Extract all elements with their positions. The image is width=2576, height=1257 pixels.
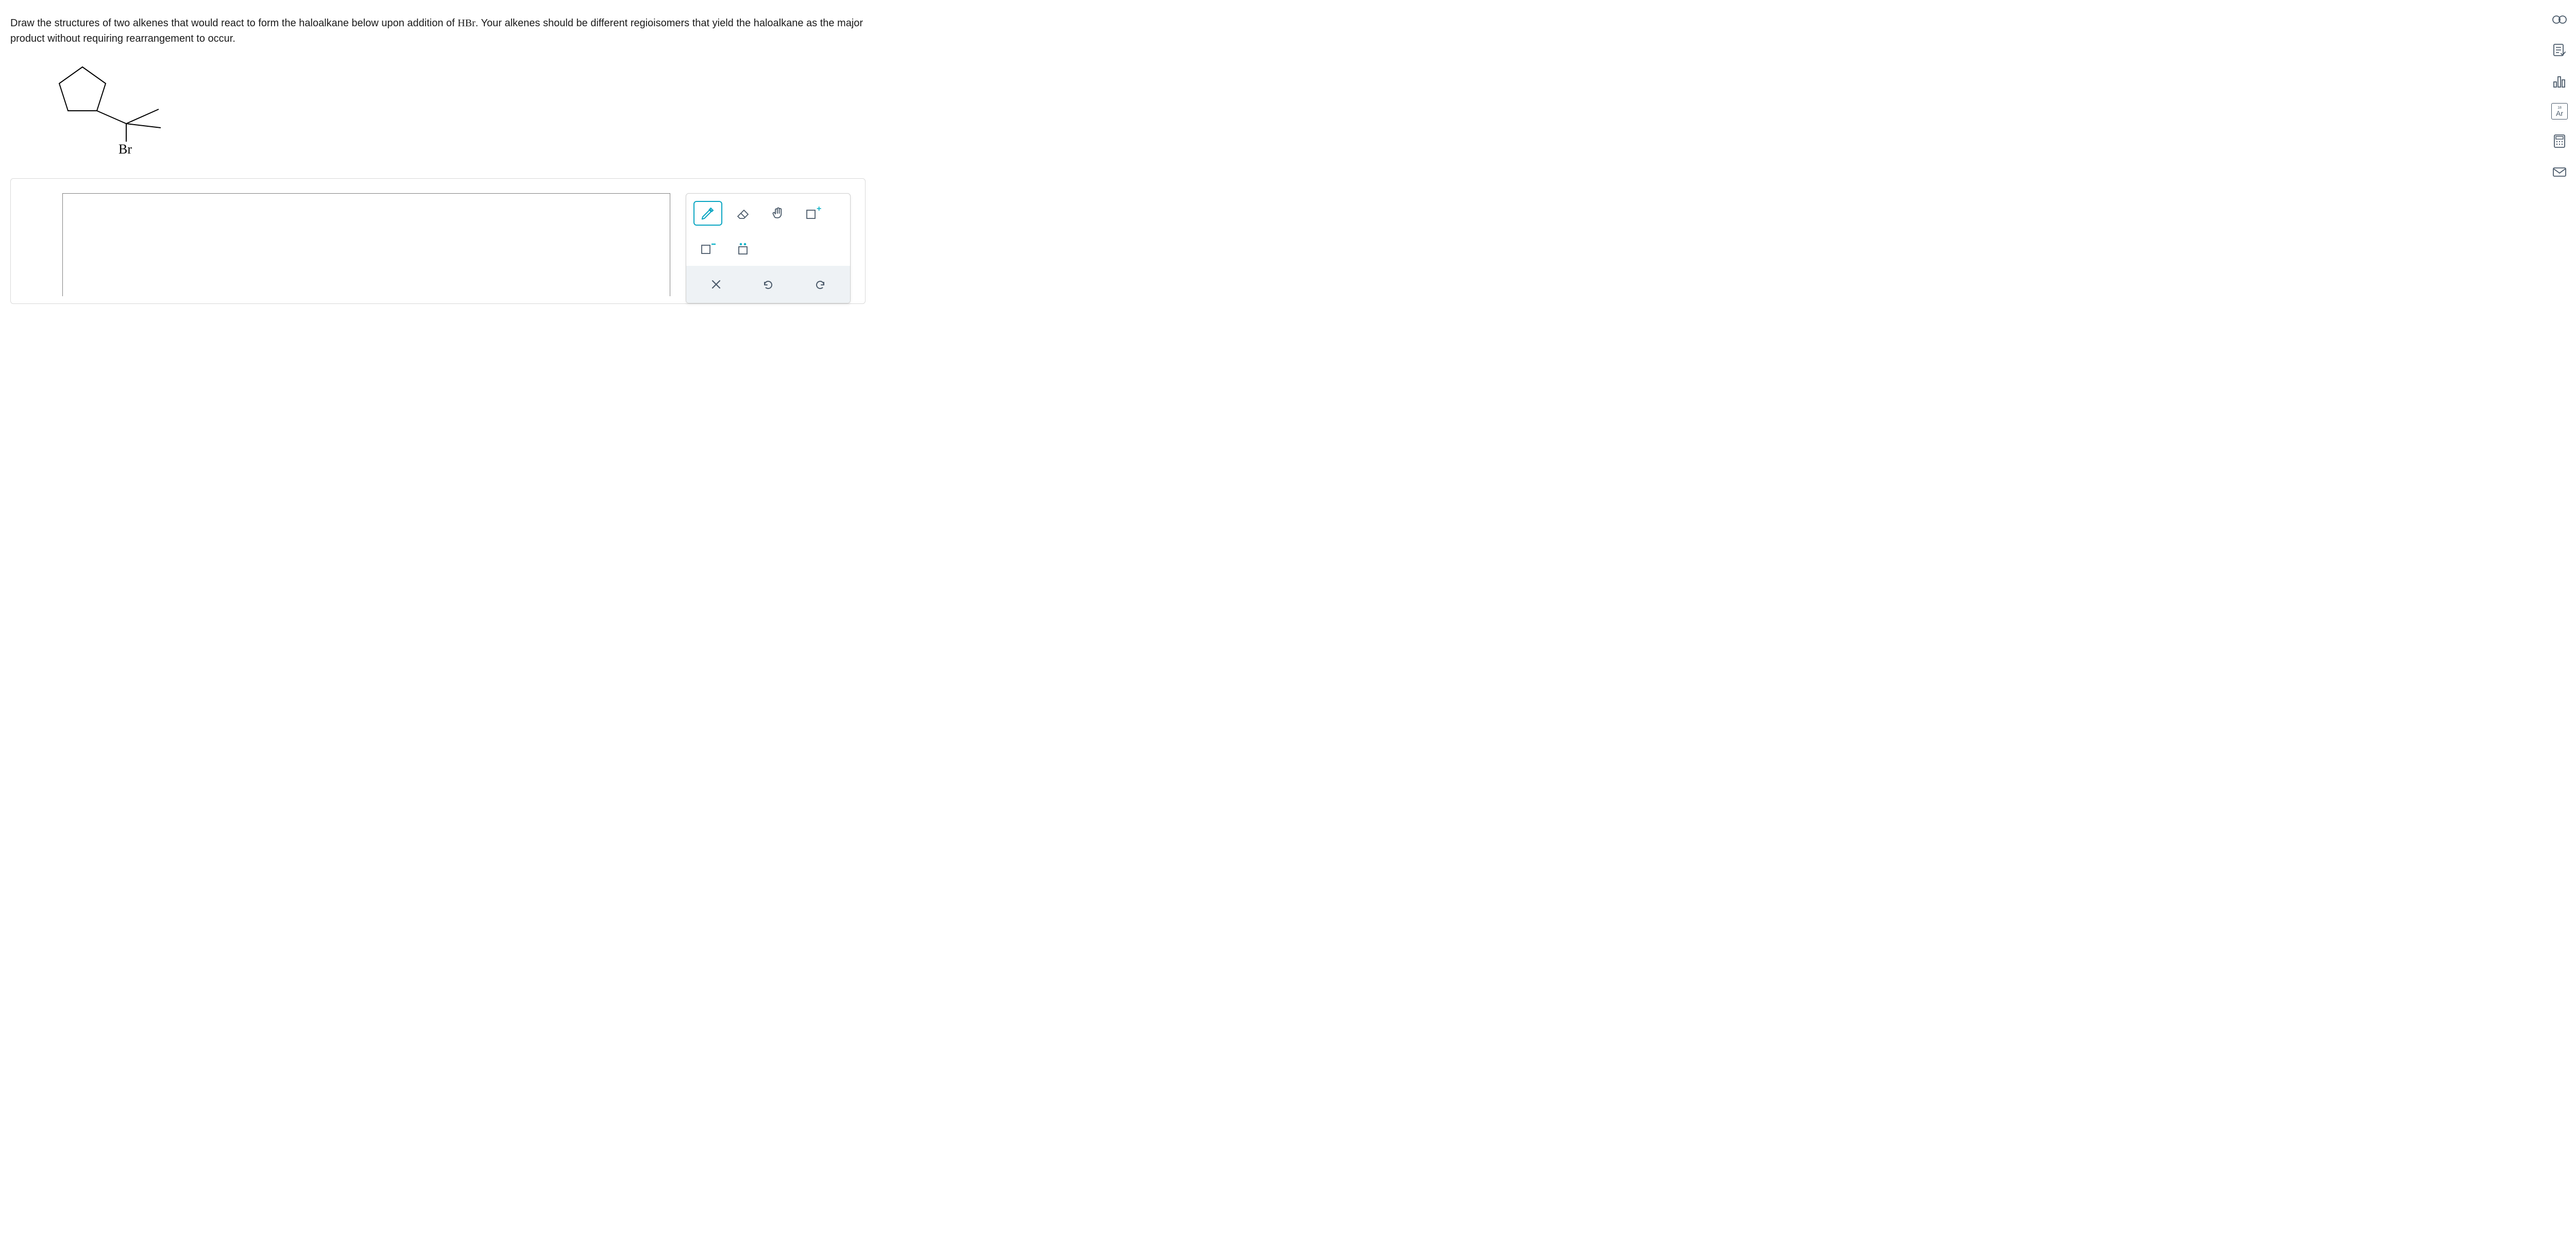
negative-charge-tool[interactable] xyxy=(693,236,722,261)
answer-area: + xyxy=(10,178,866,304)
hand-icon xyxy=(770,206,786,221)
drawing-toolbar: + xyxy=(686,193,851,303)
pencil-tool[interactable] xyxy=(693,201,722,226)
calculator-icon xyxy=(2553,134,2566,148)
calculator-button[interactable] xyxy=(2550,132,2569,150)
bar-chart-icon xyxy=(2553,75,2566,88)
undo-button[interactable] xyxy=(754,272,783,297)
clear-icon xyxy=(711,279,721,290)
lone-pair-tool[interactable] xyxy=(728,236,757,261)
add-box-tool[interactable]: + xyxy=(799,201,827,226)
redo-button[interactable] xyxy=(806,272,835,297)
stats-button[interactable] xyxy=(2550,72,2569,91)
checklist-icon xyxy=(2553,43,2566,58)
pencil-icon xyxy=(700,206,716,221)
drawing-canvas[interactable] xyxy=(62,193,670,296)
negative-charge-icon xyxy=(699,241,717,256)
lone-pair-icon xyxy=(735,241,751,256)
side-toolbar: 18 Ar xyxy=(2550,10,2569,181)
bromine-label: Br xyxy=(118,142,132,155)
add-box-icon: + xyxy=(804,206,822,221)
eraser-tool[interactable] xyxy=(728,201,757,226)
svg-text:+: + xyxy=(817,206,821,213)
move-tool[interactable] xyxy=(764,201,792,226)
periodic-table-button[interactable]: 18 Ar xyxy=(2551,103,2568,120)
question-prompt: Draw the structures of two alkenes that … xyxy=(10,15,866,46)
product-molecule: Br xyxy=(46,62,866,158)
question-formula: HBr xyxy=(457,18,475,29)
mail-icon xyxy=(2552,166,2567,178)
mail-button[interactable] xyxy=(2550,163,2569,181)
eraser-icon xyxy=(735,206,751,220)
question-part-1: Draw the structures of two alkenes that … xyxy=(10,18,457,29)
redo-icon xyxy=(814,278,826,291)
undo-icon xyxy=(762,278,774,291)
clear-button[interactable] xyxy=(702,272,731,297)
view-icon xyxy=(2552,14,2567,25)
element-symbol: Ar xyxy=(2556,110,2563,117)
view-button[interactable] xyxy=(2550,10,2569,29)
checklist-button[interactable] xyxy=(2550,41,2569,60)
